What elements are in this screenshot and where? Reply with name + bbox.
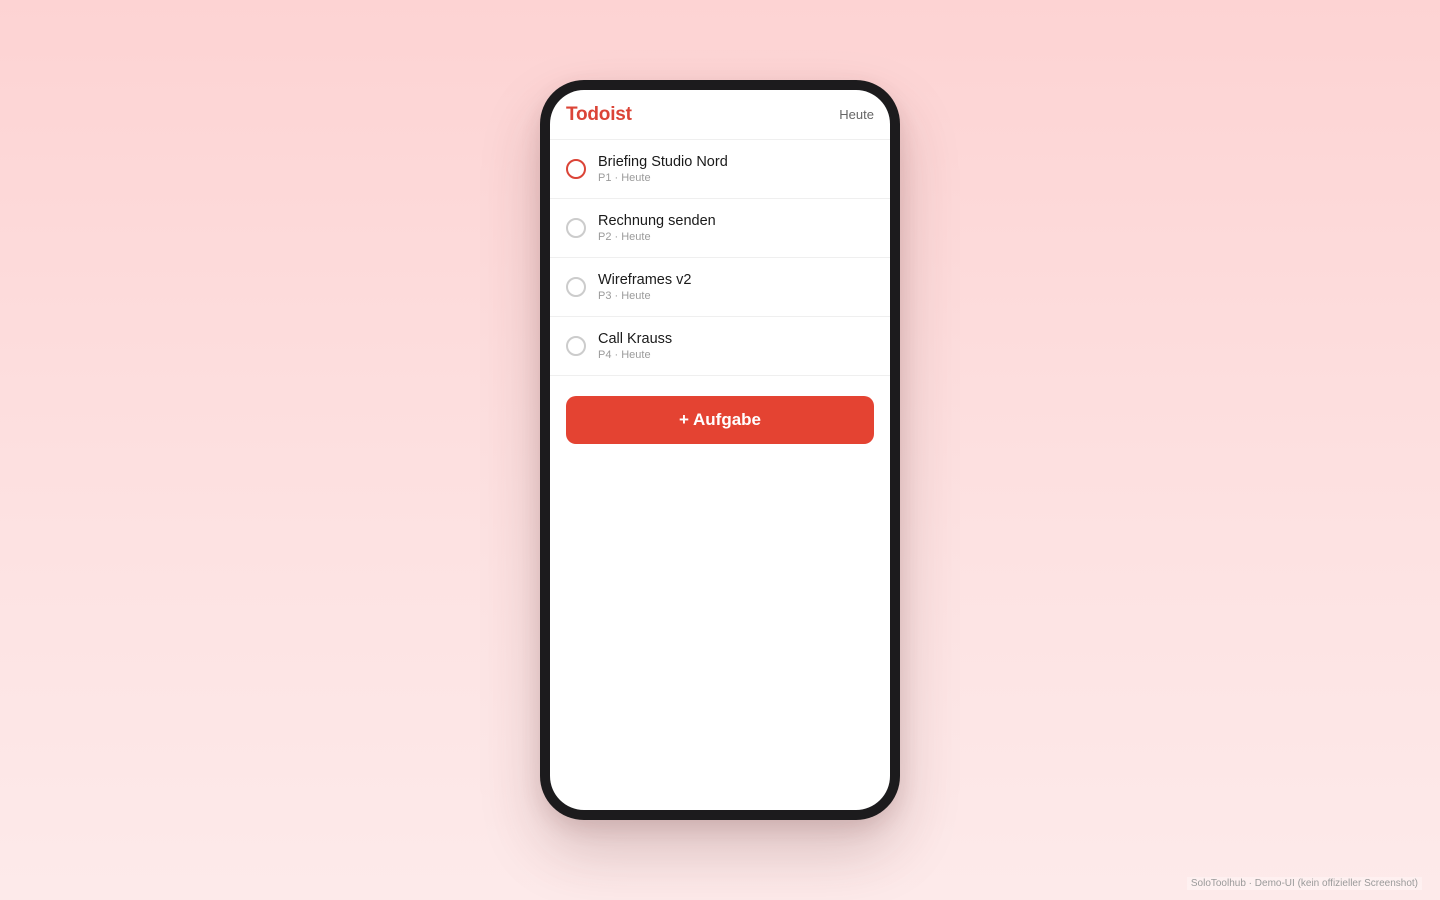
task-row[interactable]: Briefing Studio Nord P1 · Heute: [550, 140, 890, 199]
app-title: Todoist: [566, 103, 632, 125]
task-title: Wireframes v2: [598, 271, 692, 288]
task-text: Briefing Studio Nord P1 · Heute: [598, 154, 728, 184]
app-header: Todoist Heute: [550, 90, 890, 140]
task-text: Rechnung senden P2 · Heute: [598, 213, 716, 243]
task-row[interactable]: Call Krauss P4 · Heute: [550, 317, 890, 376]
task-row[interactable]: Wireframes v2 P3 · Heute: [550, 258, 890, 317]
task-text: Wireframes v2 P3 · Heute: [598, 272, 691, 302]
task-row[interactable]: Rechnung senden P2 · Heute: [550, 199, 890, 258]
task-meta: P3 · Heute: [598, 289, 651, 302]
task-meta: P4 · Heute: [598, 348, 651, 361]
task-checkbox[interactable]: [566, 159, 586, 179]
view-label: Heute: [839, 107, 874, 122]
task-list: Briefing Studio Nord P1 · Heute Rechnung…: [550, 140, 890, 376]
task-meta: P2 · Heute: [598, 230, 651, 243]
add-task-button[interactable]: + Aufgabe: [566, 396, 874, 444]
watermark: SoloToolhub · Demo-UI (kein offizieller …: [1186, 877, 1422, 890]
task-checkbox[interactable]: [566, 336, 586, 356]
task-title: Call Krauss: [598, 330, 673, 347]
task-meta: P1 · Heute: [598, 171, 651, 184]
phone-screen: Todoist Heute Briefing Studio Nord P1 · …: [550, 90, 890, 810]
phone-frame: Todoist Heute Briefing Studio Nord P1 · …: [540, 80, 900, 820]
task-title: Rechnung senden: [598, 212, 716, 229]
task-title: Briefing Studio Nord: [598, 153, 728, 170]
task-text: Call Krauss P4 · Heute: [598, 331, 672, 361]
task-checkbox[interactable]: [566, 218, 586, 238]
task-checkbox[interactable]: [566, 277, 586, 297]
